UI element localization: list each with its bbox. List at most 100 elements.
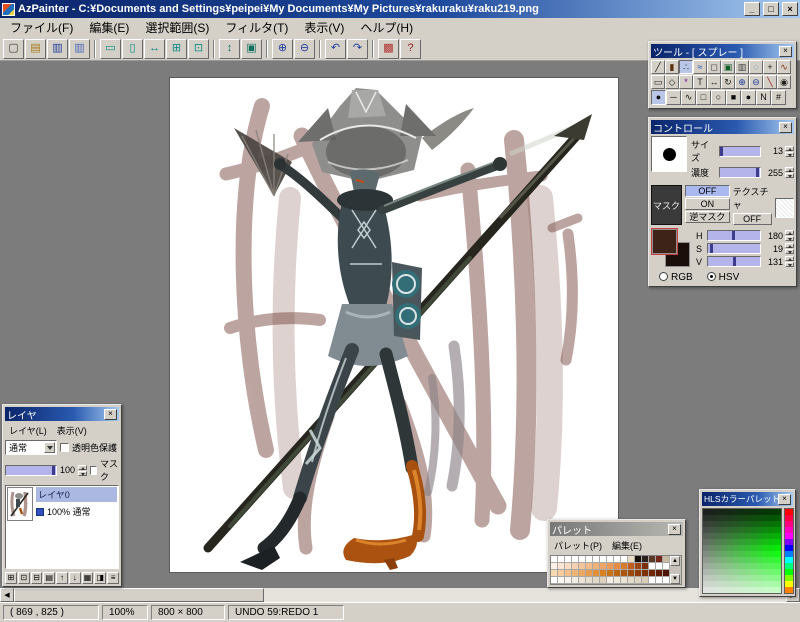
- zoom-out-button[interactable]: ⊖: [294, 39, 315, 59]
- hls-window-titlebar[interactable]: HLSカラーパレット ×: [702, 492, 793, 506]
- palette-scroll-up[interactable]: ▲: [670, 556, 680, 566]
- palette-swatch[interactable]: [572, 570, 579, 577]
- brush-tool[interactable]: ▮: [665, 60, 679, 74]
- palette-swatch[interactable]: [635, 577, 642, 584]
- density-spin-down[interactable]: [785, 173, 794, 178]
- palette-swatch[interactable]: [656, 556, 663, 563]
- layer-window-close-button[interactable]: ×: [104, 409, 117, 420]
- palette-swatch[interactable]: [565, 577, 572, 584]
- palette-swatch[interactable]: [635, 570, 642, 577]
- palette-swatch[interactable]: [572, 556, 579, 563]
- hue-spin-down[interactable]: [785, 236, 794, 241]
- texture-off-button[interactable]: OFF: [733, 213, 772, 225]
- palette-swatch[interactable]: [642, 556, 649, 563]
- line-draw-mode[interactable]: ─: [666, 90, 681, 105]
- mask-off-button[interactable]: OFF: [685, 185, 730, 197]
- layer-up-button[interactable]: ↑: [56, 572, 68, 584]
- palette-swatch[interactable]: [642, 570, 649, 577]
- palette-swatch[interactable]: [614, 577, 621, 584]
- palette-swatch[interactable]: [656, 577, 663, 584]
- palette-swatch[interactable]: [593, 577, 600, 584]
- layer-combine-button[interactable]: ▦: [82, 572, 94, 584]
- protect-alpha-checkbox[interactable]: [60, 443, 69, 452]
- save-as-button[interactable]: ▥: [69, 39, 90, 59]
- menu-view[interactable]: 表示(V): [296, 17, 352, 38]
- palette-swatch[interactable]: [635, 556, 642, 563]
- foreground-color-swatch[interactable]: [652, 229, 677, 254]
- menu-selection[interactable]: 選択範囲(S): [137, 17, 217, 38]
- value-spin-down[interactable]: [785, 262, 794, 267]
- palette-swatch[interactable]: [586, 570, 593, 577]
- hue-spin-up[interactable]: [785, 230, 794, 235]
- palette-swatch[interactable]: [551, 570, 558, 577]
- close-button[interactable]: ×: [782, 2, 798, 16]
- pen-tool[interactable]: ╱: [651, 60, 665, 74]
- palette-swatch[interactable]: [635, 563, 642, 570]
- color-settings-button[interactable]: ▩: [378, 39, 399, 59]
- titlebar[interactable]: AzPainter - C:¥Documents and Settings¥pe…: [0, 0, 800, 18]
- layer-new-button[interactable]: ⊞: [5, 572, 17, 584]
- size-spin-up[interactable]: [785, 146, 794, 151]
- value-slider[interactable]: [707, 256, 761, 267]
- copy-selection-button[interactable]: ⊞: [166, 39, 187, 59]
- tool-window-close-button[interactable]: ×: [779, 46, 792, 57]
- palette-swatch[interactable]: [607, 577, 614, 584]
- menu-filter[interactable]: フィルタ(T): [217, 17, 296, 38]
- palette-swatch[interactable]: [628, 556, 635, 563]
- layer-copy-button[interactable]: ⊡: [18, 572, 30, 584]
- rgb-radio[interactable]: RGB: [659, 272, 693, 283]
- opacity-spin-down[interactable]: [78, 471, 87, 476]
- size-spin-down[interactable]: [785, 152, 794, 157]
- palette-swatch[interactable]: [607, 556, 614, 563]
- hsv-radio-circle[interactable]: [707, 272, 716, 281]
- fill-ellipse-draw-mode[interactable]: ●: [741, 90, 756, 105]
- layer-menu[interactable]: レイヤ(L): [5, 423, 51, 438]
- palette-swatch[interactable]: [600, 563, 607, 570]
- palette-swatch[interactable]: [600, 570, 607, 577]
- palette-swatch[interactable]: [579, 577, 586, 584]
- palette-window-close-button[interactable]: ×: [668, 524, 681, 535]
- save-file-button[interactable]: ▥: [47, 39, 68, 59]
- resize-image-button[interactable]: ↕: [219, 39, 240, 59]
- palette-swatch[interactable]: [621, 563, 628, 570]
- palette-swatch[interactable]: [600, 556, 607, 563]
- palette-swatch[interactable]: [593, 563, 600, 570]
- layer-item[interactable]: レイヤ0 100% 通常: [7, 487, 117, 521]
- spoit-tool[interactable]: ╲: [763, 75, 777, 89]
- mask-on-button[interactable]: ON: [685, 198, 730, 210]
- palette-swatch[interactable]: [565, 556, 572, 563]
- brush-size-slider[interactable]: [719, 146, 761, 157]
- palette-swatch[interactable]: [663, 556, 670, 563]
- palette-edit-menu[interactable]: 編集(E): [608, 538, 646, 553]
- hls-window-close-button[interactable]: ×: [778, 494, 791, 505]
- palette-swatch[interactable]: [607, 570, 614, 577]
- ellipse-draw-mode[interactable]: ○: [711, 90, 726, 105]
- opacity-spin-up[interactable]: [78, 465, 87, 470]
- hand-tool[interactable]: ◉: [777, 75, 791, 89]
- undo-button[interactable]: ↶: [325, 39, 346, 59]
- dropper-tool[interactable]: +: [763, 60, 777, 74]
- palette-swatch[interactable]: [642, 563, 649, 570]
- rotate-view-tool[interactable]: ↻: [721, 75, 735, 89]
- hls-swatch[interactable]: [775, 587, 781, 593]
- zoom-in-button[interactable]: ⊕: [272, 39, 293, 59]
- fill-rect-draw-mode[interactable]: ■: [726, 90, 741, 105]
- help-button[interactable]: ?: [400, 39, 421, 59]
- watercolor-tool[interactable]: ≈: [693, 60, 707, 74]
- bezier-draw-mode[interactable]: ∿: [681, 90, 696, 105]
- layer-visibility-checkbox[interactable]: [36, 508, 44, 516]
- palette-swatch[interactable]: [551, 577, 558, 584]
- color-swatches[interactable]: [651, 228, 691, 268]
- maximize-button[interactable]: □: [763, 2, 779, 16]
- zoom-in-tool[interactable]: ⊕: [735, 75, 749, 89]
- text-tool[interactable]: T: [693, 75, 707, 89]
- palette-swatch[interactable]: [621, 570, 628, 577]
- palette-swatch[interactable]: [614, 570, 621, 577]
- menu-help[interactable]: ヘルプ(H): [352, 17, 421, 38]
- palette-window-titlebar[interactable]: パレット ×: [550, 522, 683, 536]
- palette-swatch[interactable]: [649, 563, 656, 570]
- successive-draw-mode[interactable]: N: [756, 90, 771, 105]
- grid-draw-mode[interactable]: #: [771, 90, 786, 105]
- palette-swatch[interactable]: [579, 556, 586, 563]
- tool-window-titlebar[interactable]: ツール - [ スプレー ] ×: [651, 44, 794, 58]
